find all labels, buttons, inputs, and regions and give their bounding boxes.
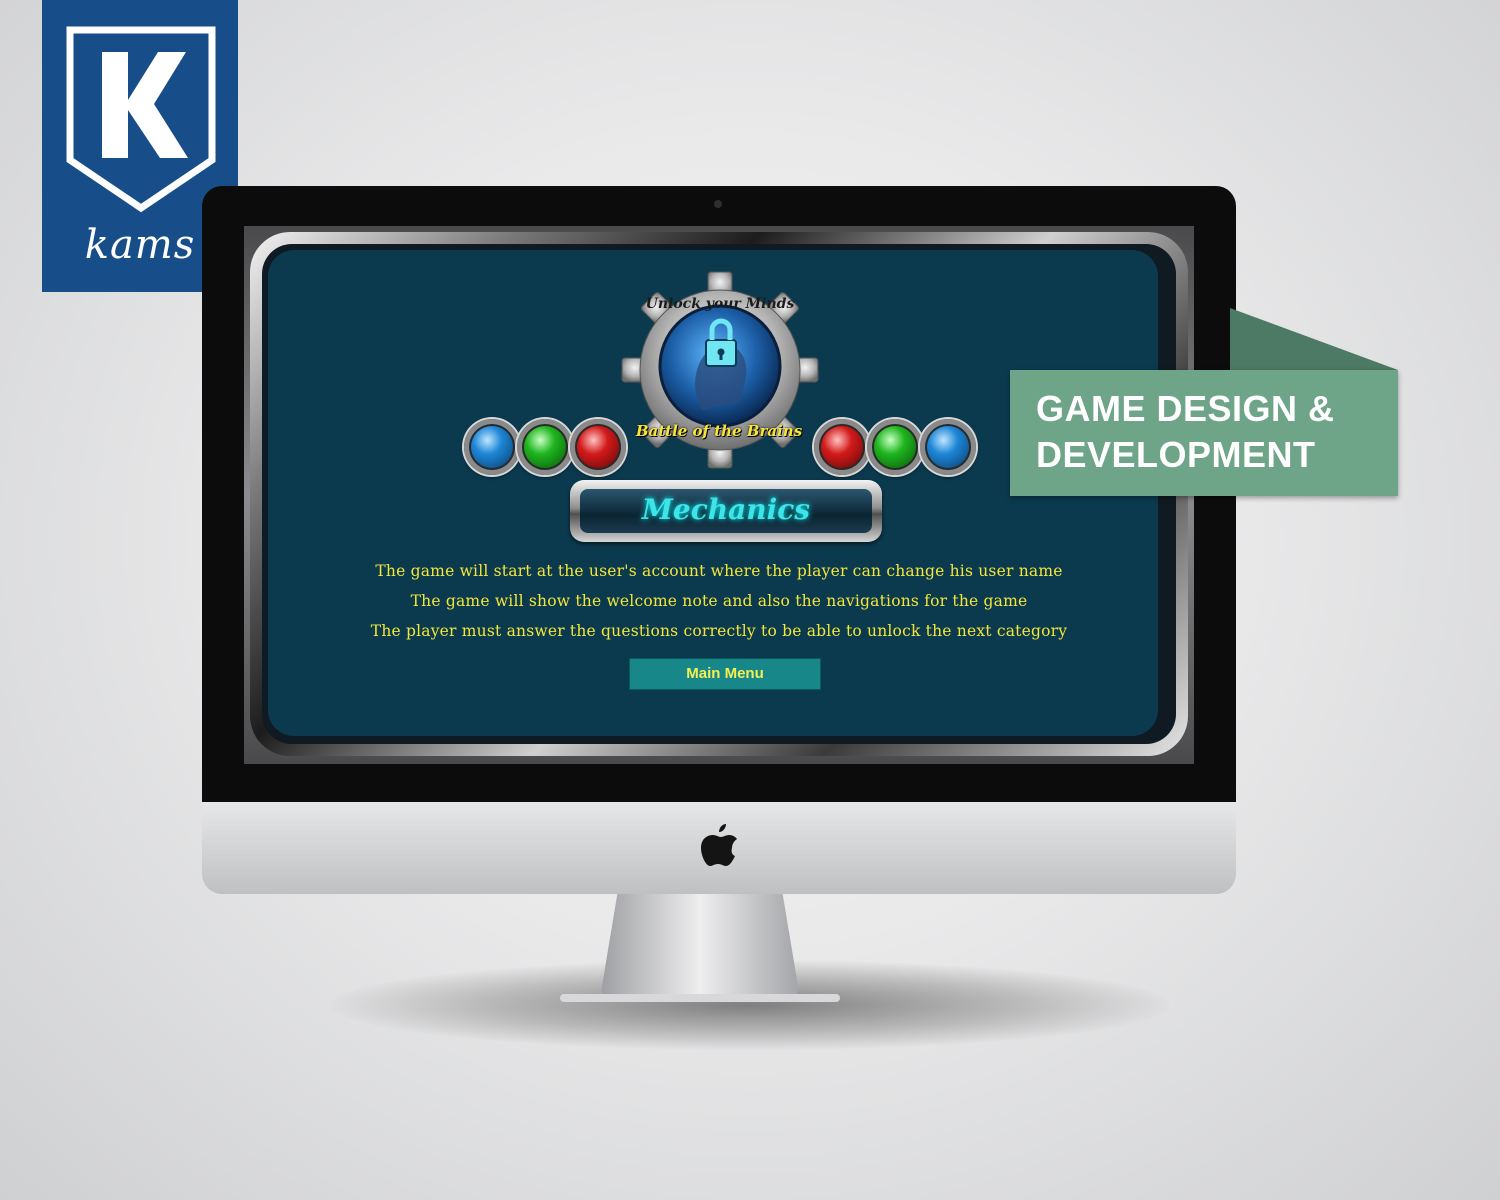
- apple-logo-icon: [701, 824, 737, 866]
- mechanics-title-plate: Mechanics: [570, 480, 882, 542]
- mechanics-line-1: The game will start at the user's accoun…: [375, 562, 1063, 580]
- orb-green-left: [517, 419, 573, 475]
- screen-title: Mechanics: [641, 493, 811, 526]
- orb-green-right: [867, 419, 923, 475]
- mechanics-line-3: The player must answer the questions cor…: [370, 622, 1068, 640]
- orb-red-right: [814, 419, 870, 475]
- camera-dot: [714, 200, 722, 208]
- banner-fold: [1230, 308, 1398, 370]
- orb-blue-left: [464, 419, 520, 475]
- orb-blue-right: [920, 419, 976, 475]
- emblem-bottom-text: Battle of the Brains: [635, 422, 803, 440]
- orb-red-left: [570, 419, 626, 475]
- banner-line-2: DEVELOPMENT: [1036, 434, 1316, 475]
- banner-line-1: GAME DESIGN &: [1036, 388, 1335, 429]
- main-menu-button[interactable]: Main Menu: [629, 658, 821, 690]
- monitor-stand: [560, 890, 840, 1002]
- emblem-top-text: Unlock your Minds: [645, 296, 795, 312]
- mechanics-line-2: The game will show the welcome note and …: [410, 592, 1028, 610]
- game-design-banner: GAME DESIGN & DEVELOPMENT: [1010, 370, 1398, 496]
